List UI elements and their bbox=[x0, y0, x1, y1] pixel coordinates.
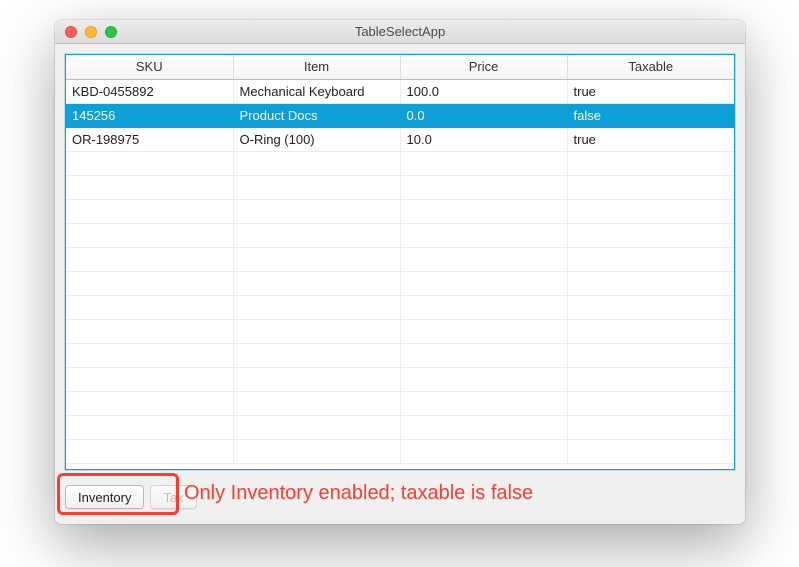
table-row[interactable] bbox=[66, 151, 734, 175]
empty-cell[interactable] bbox=[66, 391, 233, 415]
empty-cell[interactable] bbox=[233, 319, 400, 343]
empty-cell[interactable] bbox=[400, 295, 567, 319]
empty-cell[interactable] bbox=[233, 343, 400, 367]
empty-cell[interactable] bbox=[66, 223, 233, 247]
toolbar: Inventory Tax bbox=[65, 470, 735, 514]
empty-cell[interactable] bbox=[66, 439, 233, 463]
empty-cell[interactable] bbox=[567, 199, 734, 223]
empty-cell[interactable] bbox=[567, 439, 734, 463]
empty-cell[interactable] bbox=[400, 223, 567, 247]
col-item[interactable]: Item bbox=[233, 55, 400, 79]
empty-cell[interactable] bbox=[400, 367, 567, 391]
col-taxable[interactable]: Taxable bbox=[567, 55, 734, 79]
cell-taxable[interactable]: true bbox=[567, 127, 734, 151]
empty-cell[interactable] bbox=[66, 247, 233, 271]
empty-cell[interactable] bbox=[233, 151, 400, 175]
cell-sku[interactable]: KBD-0455892 bbox=[66, 79, 233, 103]
window-title: TableSelectApp bbox=[55, 24, 745, 39]
app-window: TableSelectApp SKU Item Price Taxable KB… bbox=[55, 20, 745, 524]
empty-cell[interactable] bbox=[567, 175, 734, 199]
empty-cell[interactable] bbox=[400, 271, 567, 295]
empty-cell[interactable] bbox=[567, 271, 734, 295]
empty-cell[interactable] bbox=[66, 319, 233, 343]
empty-cell[interactable] bbox=[400, 439, 567, 463]
empty-cell[interactable] bbox=[66, 271, 233, 295]
cell-price[interactable]: 100.0 bbox=[400, 79, 567, 103]
table-row[interactable]: KBD-0455892Mechanical Keyboard100.0true bbox=[66, 79, 734, 103]
empty-cell[interactable] bbox=[567, 151, 734, 175]
table-header-row: SKU Item Price Taxable bbox=[66, 55, 734, 79]
empty-cell[interactable] bbox=[233, 247, 400, 271]
empty-cell[interactable] bbox=[233, 295, 400, 319]
empty-cell[interactable] bbox=[400, 343, 567, 367]
cell-item[interactable]: Product Docs bbox=[233, 103, 400, 127]
empty-cell[interactable] bbox=[567, 391, 734, 415]
empty-cell[interactable] bbox=[233, 415, 400, 439]
cell-taxable[interactable]: true bbox=[567, 79, 734, 103]
empty-cell[interactable] bbox=[400, 415, 567, 439]
cell-item[interactable]: O-Ring (100) bbox=[233, 127, 400, 151]
table-row[interactable]: OR-198975O-Ring (100)10.0true bbox=[66, 127, 734, 151]
empty-cell[interactable] bbox=[233, 271, 400, 295]
empty-cell[interactable] bbox=[567, 319, 734, 343]
table-row[interactable] bbox=[66, 199, 734, 223]
table-row[interactable] bbox=[66, 415, 734, 439]
inventory-button[interactable]: Inventory bbox=[65, 485, 144, 509]
col-price[interactable]: Price bbox=[400, 55, 567, 79]
cell-sku[interactable]: OR-198975 bbox=[66, 127, 233, 151]
empty-cell[interactable] bbox=[400, 199, 567, 223]
table-row[interactable] bbox=[66, 175, 734, 199]
cell-taxable[interactable]: false bbox=[567, 103, 734, 127]
empty-cell[interactable] bbox=[400, 391, 567, 415]
empty-cell[interactable] bbox=[233, 199, 400, 223]
table-row[interactable] bbox=[66, 391, 734, 415]
empty-cell[interactable] bbox=[233, 175, 400, 199]
table-row[interactable] bbox=[66, 271, 734, 295]
empty-cell[interactable] bbox=[66, 199, 233, 223]
empty-cell[interactable] bbox=[567, 367, 734, 391]
title-bar: TableSelectApp bbox=[55, 20, 745, 44]
empty-cell[interactable] bbox=[66, 151, 233, 175]
empty-cell[interactable] bbox=[233, 367, 400, 391]
data-table: SKU Item Price Taxable KBD-0455892Mechan… bbox=[66, 55, 734, 464]
table-row[interactable] bbox=[66, 223, 734, 247]
empty-cell[interactable] bbox=[233, 439, 400, 463]
empty-cell[interactable] bbox=[400, 247, 567, 271]
window-content: SKU Item Price Taxable KBD-0455892Mechan… bbox=[55, 44, 745, 524]
cell-item[interactable]: Mechanical Keyboard bbox=[233, 79, 400, 103]
empty-cell[interactable] bbox=[567, 295, 734, 319]
empty-cell[interactable] bbox=[66, 367, 233, 391]
table-row[interactable] bbox=[66, 343, 734, 367]
empty-cell[interactable] bbox=[233, 391, 400, 415]
table-row[interactable] bbox=[66, 319, 734, 343]
empty-cell[interactable] bbox=[233, 223, 400, 247]
empty-cell[interactable] bbox=[66, 295, 233, 319]
empty-cell[interactable] bbox=[66, 343, 233, 367]
empty-cell[interactable] bbox=[567, 223, 734, 247]
table-row[interactable] bbox=[66, 295, 734, 319]
empty-cell[interactable] bbox=[400, 319, 567, 343]
table-row[interactable] bbox=[66, 439, 734, 463]
cell-price[interactable]: 10.0 bbox=[400, 127, 567, 151]
empty-cell[interactable] bbox=[567, 343, 734, 367]
empty-cell[interactable] bbox=[400, 175, 567, 199]
col-sku[interactable]: SKU bbox=[66, 55, 233, 79]
empty-cell[interactable] bbox=[400, 151, 567, 175]
table-view[interactable]: SKU Item Price Taxable KBD-0455892Mechan… bbox=[65, 54, 735, 470]
empty-cell[interactable] bbox=[567, 415, 734, 439]
empty-cell[interactable] bbox=[66, 415, 233, 439]
cell-sku[interactable]: 145256 bbox=[66, 103, 233, 127]
table-row[interactable] bbox=[66, 247, 734, 271]
empty-cell[interactable] bbox=[567, 247, 734, 271]
tax-button: Tax bbox=[150, 485, 196, 509]
empty-cell[interactable] bbox=[66, 175, 233, 199]
table-row[interactable]: 145256Product Docs0.0false bbox=[66, 103, 734, 127]
table-row[interactable] bbox=[66, 367, 734, 391]
cell-price[interactable]: 0.0 bbox=[400, 103, 567, 127]
